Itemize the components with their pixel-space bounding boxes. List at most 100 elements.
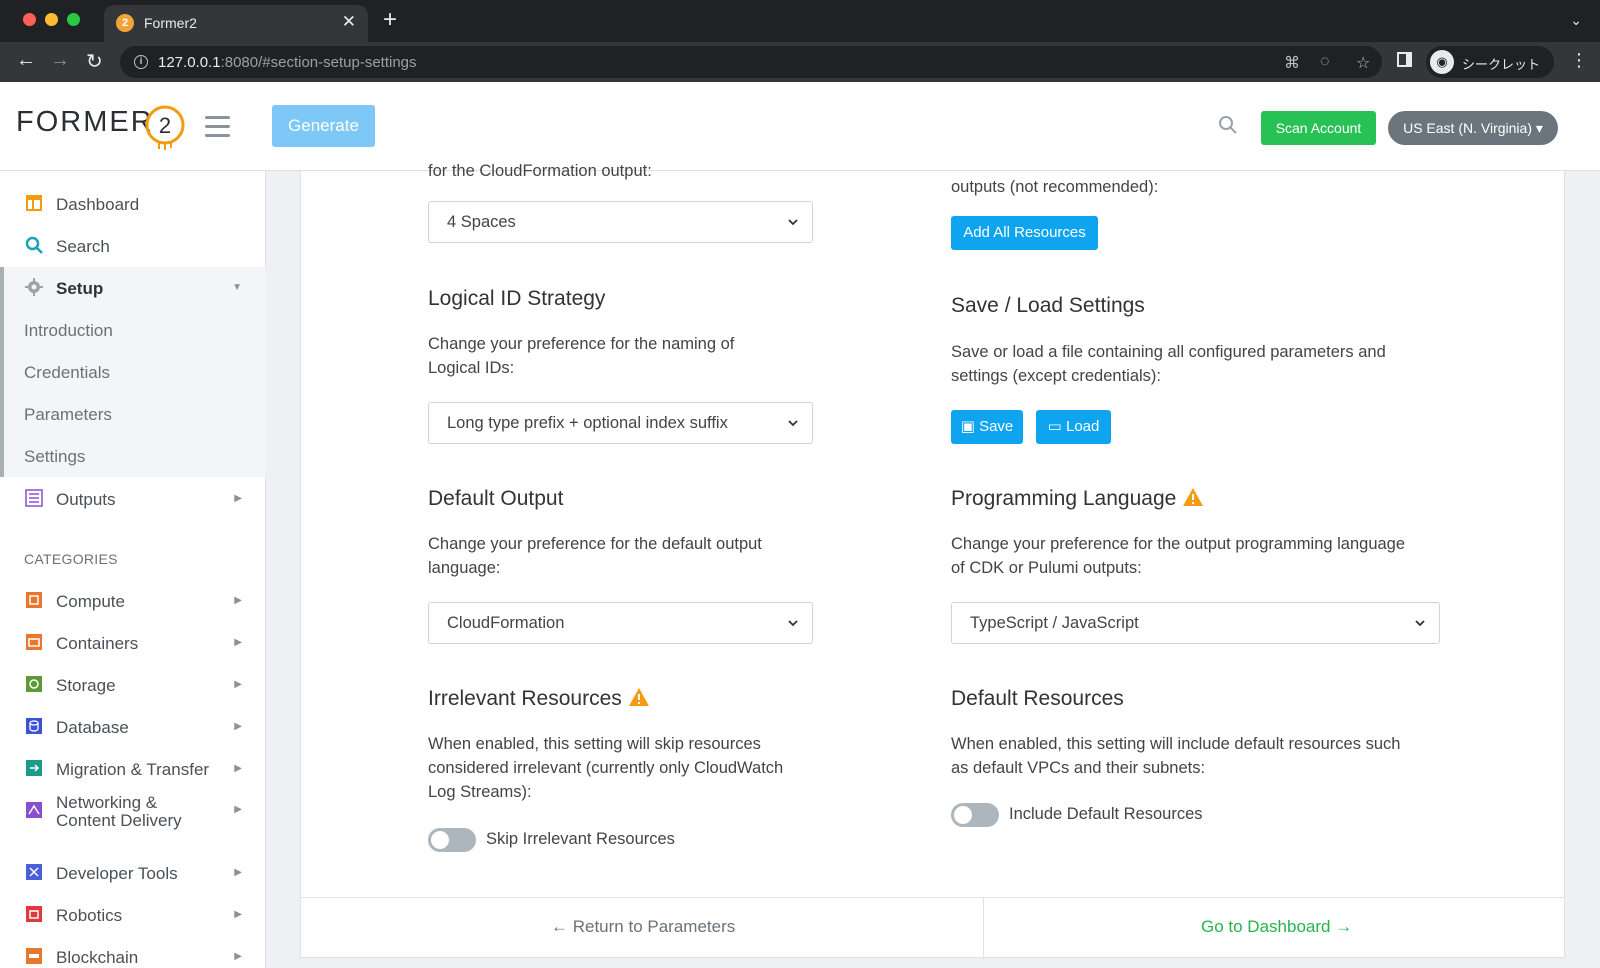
tab-close-icon[interactable]: ✕: [342, 12, 356, 32]
browser-tab-bar: 2 Former2 ✕ + ⌄: [0, 0, 1600, 42]
incognito-profile-chip[interactable]: ◉ シークレット: [1426, 46, 1554, 78]
eye-off-icon[interactable]: ◌: [1320, 53, 1330, 71]
add-all-description: outputs (not recommended):: [951, 178, 1159, 196]
irrelevant-description-line1: When enabled, this setting will skip res…: [428, 735, 761, 753]
search-icon[interactable]: [1218, 115, 1238, 135]
add-all-resources-button[interactable]: Add All Resources: [951, 216, 1098, 250]
compute-icon: [26, 592, 42, 608]
sidebar-item-database[interactable]: Database ▶: [0, 706, 266, 748]
settings-card: for the CloudFormation output: 4 Spaces …: [300, 162, 1565, 959]
sidebar-item-compute[interactable]: Compute ▶: [0, 580, 266, 622]
new-tab-icon[interactable]: +: [383, 6, 397, 34]
incognito-icon: ◉: [1430, 50, 1454, 74]
card-footer: ← Return to Parameters Go to Dashboard →: [301, 897, 1564, 959]
outputs-list-icon: [25, 489, 43, 507]
gear-icon: [25, 278, 43, 296]
default-resources-description-line2: as default VPCs and their subnets:: [951, 759, 1206, 777]
programming-language-description-line1: Change your preference for the output pr…: [951, 535, 1406, 553]
caret-right-icon: ▶: [234, 804, 242, 815]
categories-title: CATEGORIES: [24, 551, 118, 567]
star-icon[interactable]: ☆: [1356, 53, 1370, 73]
sidebar-item-setup[interactable]: Setup ▼: [0, 267, 266, 309]
browser-menu-icon[interactable]: ⋮: [1570, 50, 1588, 71]
logical-id-description-line2: Logical IDs:: [428, 359, 515, 377]
programming-language-select[interactable]: TypeScript / JavaScript: [951, 602, 1440, 644]
profile-label: シークレット: [1462, 57, 1541, 72]
default-output-description-line2: language:: [428, 559, 501, 577]
include-default-resources-toggle[interactable]: [951, 803, 999, 827]
caret-right-icon: ▶: [234, 909, 242, 920]
region-dropdown[interactable]: US East (N. Virginia) ▾: [1388, 111, 1558, 145]
url-text: 127.0.0.1:8080/#section-setup-settings: [158, 54, 417, 71]
side-panel-icon[interactable]: [1397, 52, 1412, 67]
scan-account-button[interactable]: Scan Account: [1261, 111, 1376, 145]
migration-icon: [26, 760, 42, 776]
forward-arrow-icon[interactable]: →: [50, 49, 70, 72]
window-minimize-button[interactable]: [45, 13, 58, 26]
database-icon: [26, 718, 42, 734]
logical-id-description-line1: Change your preference for the naming of: [428, 335, 735, 353]
floppy-disk-icon: ▣: [960, 418, 975, 435]
warning-icon: [628, 688, 649, 706]
chevron-down-icon: [788, 420, 798, 427]
sidebar-item-networking[interactable]: Networking & Content Delivery ▶: [0, 790, 266, 850]
chevron-down-icon: [788, 219, 798, 226]
sidebar-item-parameters[interactable]: Parameters: [0, 393, 266, 435]
caret-right-icon: ▶: [234, 721, 242, 732]
hamburger-menu-icon[interactable]: [205, 116, 230, 143]
save-load-description-line1: Save or load a file containing all confi…: [951, 343, 1386, 361]
sidebar-item-introduction[interactable]: Introduction: [0, 309, 266, 351]
search-icon: [25, 236, 43, 254]
caret-right-icon: ▶: [234, 595, 242, 606]
sidebar-item-robotics[interactable]: Robotics ▶: [0, 894, 266, 936]
tab-search-chevron-icon[interactable]: ⌄: [1570, 12, 1582, 29]
window-maximize-button[interactable]: [67, 13, 80, 26]
sidebar-item-developer-tools[interactable]: Developer Tools ▶: [0, 852, 266, 894]
caret-right-icon: ▶: [234, 493, 242, 504]
developer-tools-icon: [26, 864, 42, 880]
sidebar-item-dashboard[interactable]: Dashboard: [0, 183, 266, 225]
translate-icon[interactable]: ⌘: [1284, 53, 1300, 73]
sidebar-item-blockchain[interactable]: Blockchain ▶: [0, 936, 266, 968]
irrelevant-description-line2: considered irrelevant (currently only Cl…: [428, 759, 784, 777]
default-resources-description-line1: When enabled, this setting will include …: [951, 735, 1401, 753]
caret-right-icon: ▶: [234, 637, 242, 648]
save-button[interactable]: ▣ Save: [951, 410, 1023, 444]
return-to-parameters-link[interactable]: ← Return to Parameters: [551, 917, 735, 937]
reload-icon[interactable]: ↻: [86, 49, 103, 74]
sidebar-item-outputs[interactable]: Outputs ▶: [0, 478, 266, 520]
app-header: FORMER 2 Generate Scan Account US East (…: [0, 82, 1600, 171]
programming-language-title: Programming Language: [951, 487, 1204, 511]
programming-language-description-line2: of CDK or Pulumi outputs:: [951, 559, 1142, 577]
back-arrow-icon[interactable]: ←: [16, 49, 36, 72]
irrelevant-description-line3: Log Streams):: [428, 783, 532, 801]
default-output-select[interactable]: CloudFormation: [428, 602, 813, 644]
warning-icon: [1183, 488, 1204, 506]
load-button[interactable]: ▭ Load: [1036, 410, 1111, 444]
sidebar-item-containers[interactable]: Containers ▶: [0, 622, 266, 664]
former2-logo-icon: 2: [145, 105, 185, 150]
chevron-down-icon: [788, 620, 798, 627]
folder-open-icon: ▭: [1047, 418, 1062, 435]
sidebar-item-settings[interactable]: Settings: [0, 435, 266, 477]
include-default-resources-label: Include Default Resources: [1009, 805, 1203, 823]
sidebar-item-storage[interactable]: Storage ▶: [0, 664, 266, 706]
sidebar-item-credentials[interactable]: Credentials: [0, 351, 266, 393]
indentation-select[interactable]: 4 Spaces: [428, 201, 813, 243]
logical-id-select[interactable]: Long type prefix + optional index suffix: [428, 402, 813, 444]
go-to-dashboard-link[interactable]: Go to Dashboard →: [1201, 917, 1352, 937]
blockchain-icon: [26, 948, 42, 964]
robotics-icon: [26, 906, 42, 922]
address-bar[interactable]: i 127.0.0.1:8080/#section-setup-settings…: [120, 46, 1382, 78]
sidebar: Dashboard Search Setup ▼ Introduction Cr…: [0, 171, 266, 968]
browser-toolbar: ← → ↻ i 127.0.0.1:8080/#section-setup-se…: [0, 42, 1600, 82]
storage-icon: [26, 676, 42, 692]
sidebar-item-search[interactable]: Search: [0, 225, 266, 267]
default-output-description-line1: Change your preference for the default o…: [428, 535, 762, 553]
skip-irrelevant-toggle[interactable]: [428, 828, 476, 852]
sidebar-item-migration-transfer[interactable]: Migration & Transfer ▶: [0, 748, 266, 790]
browser-tab[interactable]: 2 Former2 ✕: [104, 5, 368, 42]
window-close-button[interactable]: [23, 13, 36, 26]
generate-button[interactable]: Generate: [272, 105, 375, 147]
info-icon[interactable]: i: [134, 55, 148, 69]
